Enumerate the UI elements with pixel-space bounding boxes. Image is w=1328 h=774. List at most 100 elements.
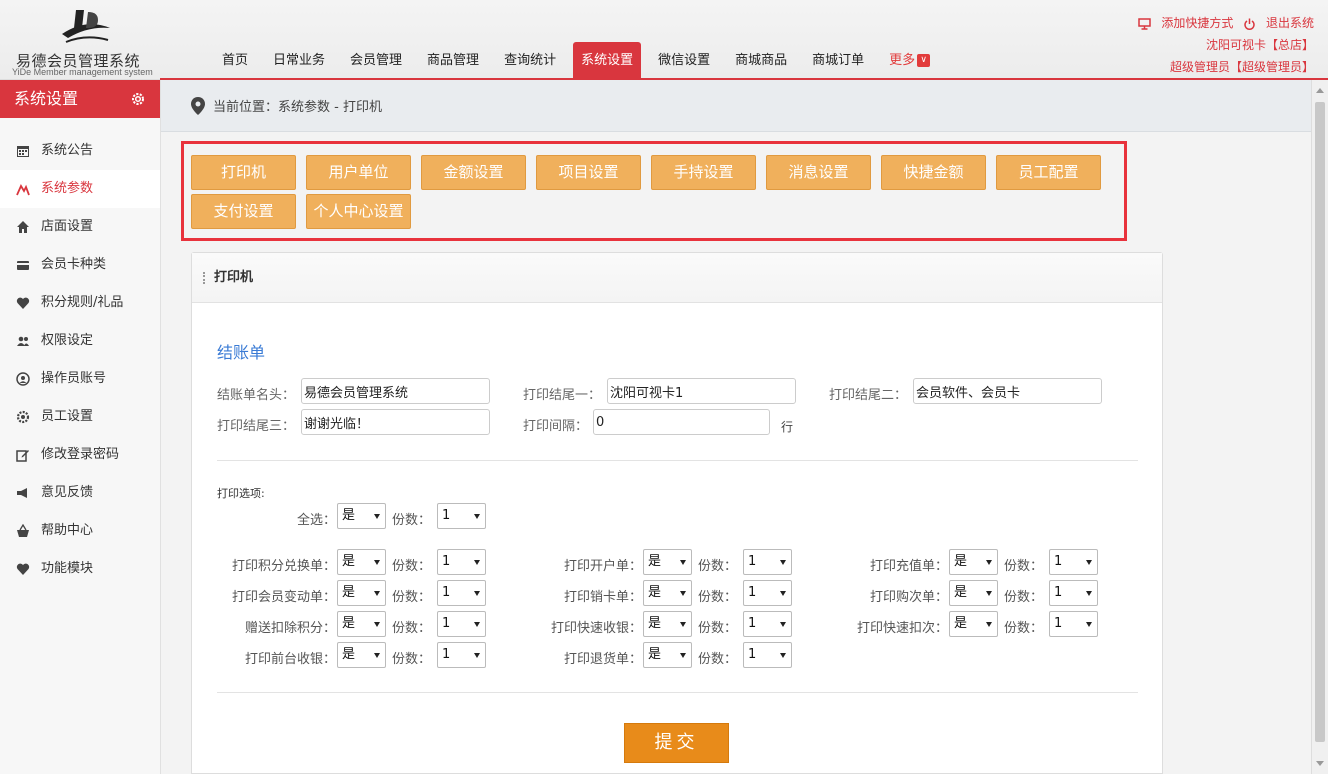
copies-select[interactable]: 1 xyxy=(743,549,792,575)
sidebar-item-label: 意见反馈 xyxy=(41,485,94,500)
copies-value: 1 xyxy=(748,554,757,569)
interval-input[interactable] xyxy=(593,409,770,435)
copies-select[interactable]: 1 xyxy=(743,611,792,637)
nav-more[interactable]: 更多 ∨ xyxy=(881,42,938,80)
sidebar: 系统设置 系统公告 系统参数 店面设置 会员卡种类 积分规则/礼品 权限设定 操作员账号 员工… xyxy=(0,80,161,774)
scroll-up-arrow-icon[interactable] xyxy=(1316,88,1324,93)
print-option-value: 是 xyxy=(954,616,968,631)
copies-select[interactable]: 1 xyxy=(743,642,792,668)
nav-item[interactable]: 商城商品 xyxy=(727,42,795,80)
chevron-down-icon xyxy=(374,591,380,596)
logout-link[interactable]: 退出系统 xyxy=(1243,16,1314,30)
settings-tab[interactable]: 手持设置 xyxy=(651,155,756,190)
print-option-select[interactable]: 是 xyxy=(949,549,998,575)
chevron-down-icon xyxy=(780,560,786,565)
sidebar-item[interactable]: 会员卡种类 xyxy=(0,246,160,284)
scroll-thumb[interactable] xyxy=(1315,102,1325,742)
footer1-input[interactable] xyxy=(607,378,796,404)
print-option-select[interactable]: 是 xyxy=(643,611,692,637)
print-option-value: 是 xyxy=(648,554,662,569)
settings-tab[interactable]: 金额设置 xyxy=(421,155,526,190)
print-option-select[interactable]: 是 xyxy=(337,642,386,668)
copies-select[interactable]: 1 xyxy=(437,549,486,575)
chevron-down-icon xyxy=(1086,622,1092,627)
print-option-select[interactable]: 是 xyxy=(337,611,386,637)
nav-item[interactable]: 商品管理 xyxy=(419,42,487,80)
brand-logo[interactable]: 易德会员管理系统 YiDe Member management system xyxy=(10,4,160,78)
sidebar-item-label: 修改登录密码 xyxy=(41,447,120,462)
settings-tab[interactable]: 消息设置 xyxy=(766,155,871,190)
copies-select[interactable]: 1 xyxy=(1049,611,1098,637)
chevron-down-icon xyxy=(986,591,992,596)
print-option-select[interactable]: 是 xyxy=(643,642,692,668)
nav-item[interactable]: 微信设置 xyxy=(650,42,718,80)
copies-label: 份数： xyxy=(392,652,432,667)
sidebar-item[interactable]: 操作员账号 xyxy=(0,360,160,398)
copies-select[interactable]: 1 xyxy=(437,580,486,606)
settings-tab[interactable]: 支付设置 xyxy=(191,194,296,229)
select-all-select[interactable]: 是 xyxy=(337,503,386,529)
gear-icon[interactable] xyxy=(130,91,146,107)
gear-icon xyxy=(16,410,30,424)
sidebar-item[interactable]: 权限设定 xyxy=(0,322,160,360)
nav-item[interactable]: 日常业务 xyxy=(265,42,333,80)
calendar-icon xyxy=(17,146,29,157)
sidebar-item[interactable]: 积分规则/礼品 xyxy=(0,284,160,322)
sidebar-item[interactable]: 功能模块 xyxy=(0,550,160,588)
print-option-value: 是 xyxy=(648,647,662,662)
interval-label: 打印间隔： xyxy=(523,419,589,434)
footer3-input[interactable] xyxy=(301,409,490,435)
print-option-select[interactable]: 是 xyxy=(643,549,692,575)
print-option-value: 是 xyxy=(648,585,662,600)
current-user[interactable]: 超级管理员【超级管理员】 xyxy=(1132,56,1314,78)
store-name[interactable]: 沈阳可视卡【总店】 xyxy=(1132,34,1314,56)
print-option-select[interactable]: 是 xyxy=(643,580,692,606)
print-option-select[interactable]: 是 xyxy=(949,611,998,637)
sidebar-item[interactable]: 店面设置 xyxy=(0,208,160,246)
receipt-name-input[interactable] xyxy=(301,378,490,404)
copies-label: 份数： xyxy=(392,621,432,636)
sidebar-item[interactable]: 修改登录密码 xyxy=(0,436,160,474)
select-all-copies-select[interactable]: 1 xyxy=(437,503,486,529)
scroll-down-arrow-icon[interactable] xyxy=(1316,761,1324,766)
sidebar-item-label: 帮助中心 xyxy=(41,523,94,538)
brand-subtitle: YiDe Member management system xyxy=(12,67,153,77)
divider xyxy=(217,692,1138,693)
print-option-label: 打印购次单： xyxy=(869,590,948,605)
copies-select[interactable]: 1 xyxy=(437,642,486,668)
nav-item[interactable]: 查询统计 xyxy=(496,42,564,80)
settings-tab[interactable]: 用户单位 xyxy=(306,155,411,190)
print-option-select[interactable]: 是 xyxy=(337,580,386,606)
settings-tab[interactable]: 项目设置 xyxy=(536,155,641,190)
add-shortcut-link[interactable]: 添加快捷方式 xyxy=(1138,16,1237,30)
sidebar-item[interactable]: 系统公告 xyxy=(0,132,160,170)
nav-item[interactable]: 首页 xyxy=(214,42,256,80)
settings-tab[interactable]: 快捷金额 xyxy=(881,155,986,190)
sidebar-item-label: 会员卡种类 xyxy=(41,257,107,272)
copies-select[interactable]: 1 xyxy=(743,580,792,606)
sidebar-item[interactable]: 意见反馈 xyxy=(0,474,160,512)
monitor-icon xyxy=(1138,17,1152,30)
copies-select[interactable]: 1 xyxy=(437,611,486,637)
sidebar-item[interactable]: 帮助中心 xyxy=(0,512,160,550)
settings-tab[interactable]: 员工配置 xyxy=(996,155,1101,190)
chevron-down-icon xyxy=(474,653,480,658)
footer2-input[interactable] xyxy=(913,378,1102,404)
sidebar-item[interactable]: 系统参数 xyxy=(0,170,160,208)
print-option-select[interactable]: 是 xyxy=(949,580,998,606)
copies-select[interactable]: 1 xyxy=(1049,580,1098,606)
page-scrollbar[interactable] xyxy=(1311,80,1328,774)
header-user-area: 添加快捷方式 退出系统 沈阳可视卡【总店】 超级管理员【超级管理员】 xyxy=(1132,12,1314,78)
nav-item[interactable]: 系统设置 xyxy=(573,42,642,80)
submit-button[interactable]: 提交 xyxy=(624,723,729,763)
sidebar-item[interactable]: 员工设置 xyxy=(0,398,160,436)
copies-select[interactable]: 1 xyxy=(1049,549,1098,575)
print-option-select[interactable]: 是 xyxy=(337,549,386,575)
settings-tab[interactable]: 个人中心设置 xyxy=(306,194,411,229)
chevron-down-icon xyxy=(1086,591,1092,596)
chevron-down-icon xyxy=(986,622,992,627)
chevron-down-icon xyxy=(780,653,786,658)
nav-item[interactable]: 会员管理 xyxy=(342,42,410,80)
settings-tab[interactable]: 打印机 xyxy=(191,155,296,190)
nav-item[interactable]: 商城订单 xyxy=(804,42,872,80)
